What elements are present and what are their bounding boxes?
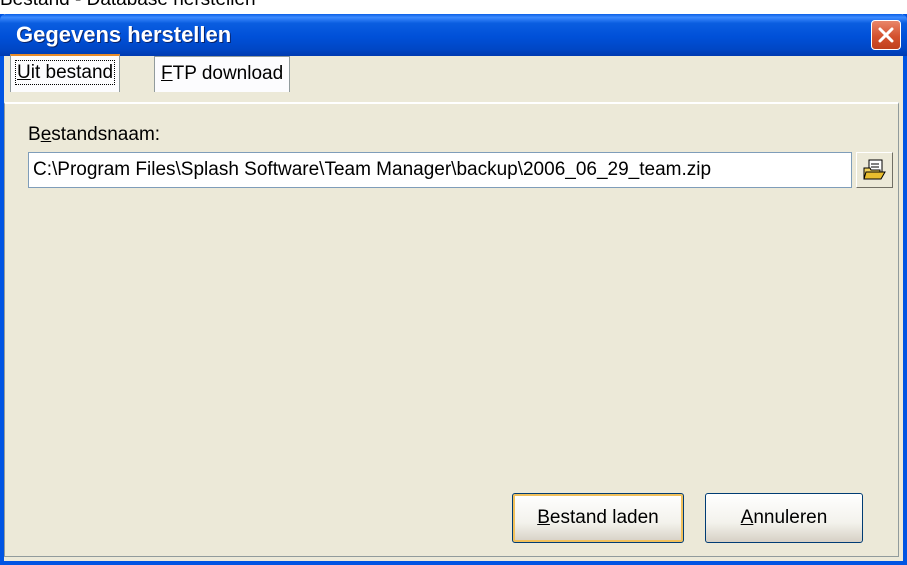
tab-from-file[interactable]: Uit bestand xyxy=(10,54,121,92)
load-file-button[interactable]: Bestand laden xyxy=(512,493,684,543)
browse-button[interactable] xyxy=(856,152,893,188)
tab-from-file-label: Uit bestand xyxy=(14,60,116,85)
close-button[interactable] xyxy=(871,20,901,50)
tab-ftp-download[interactable]: FTP download xyxy=(154,56,291,92)
close-icon xyxy=(878,27,894,43)
open-folder-icon xyxy=(862,159,886,180)
background-menu-caption: Bestand - Database herstellen xyxy=(0,0,256,9)
tab-ftp-download-label: FTP download xyxy=(161,63,284,84)
cancel-button[interactable]: Annuleren xyxy=(705,493,863,543)
title-bar[interactable]: Gegevens herstellen xyxy=(0,14,907,56)
filename-label: Bestandsnaam: xyxy=(28,124,161,145)
dialog-title: Gegevens herstellen xyxy=(16,22,232,47)
filename-input[interactable] xyxy=(28,152,852,188)
